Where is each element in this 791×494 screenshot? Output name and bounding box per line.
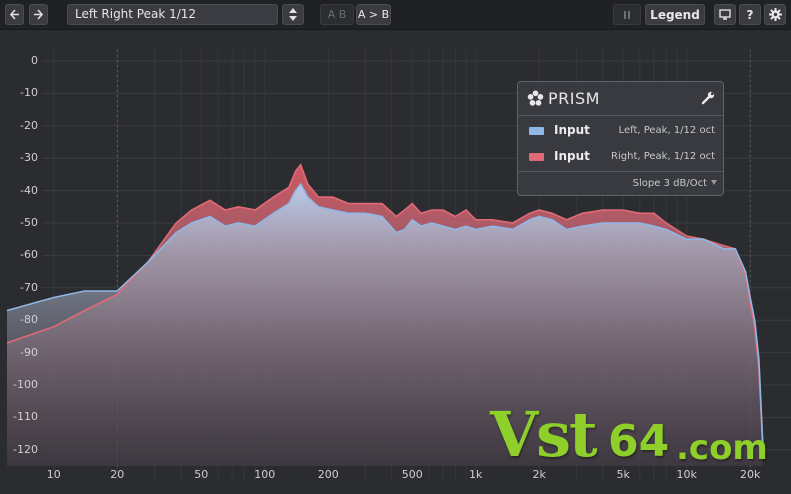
db-tick-label: -110: [13, 410, 38, 424]
db-tick-label: -60: [20, 248, 38, 262]
chevron-up-icon: [289, 8, 297, 13]
help-button[interactable]: ?: [739, 4, 761, 25]
db-tick-label: -80: [20, 313, 38, 327]
copy-a-to-b-button[interactable]: A > B: [356, 4, 391, 25]
monitor-icon: [719, 9, 731, 20]
arrow-right-icon: [34, 9, 44, 20]
freeze-button[interactable]: [613, 4, 641, 25]
legend-row-info: Right, Peak, 1/12 oct: [611, 151, 715, 162]
freq-tick-label: 10: [46, 468, 61, 481]
freq-tick-label: 20: [110, 468, 125, 481]
legend-panel[interactable]: PRISM Input Left, Peak, 1/12 oct Input R…: [517, 81, 724, 196]
db-tick-label: -30: [20, 151, 38, 165]
prism-analyzer-window: Left Right Peak 1/12 A B A > B Legend ?: [0, 0, 791, 494]
db-tick-label: -20: [20, 118, 38, 132]
arrow-left-icon: [9, 9, 19, 20]
watermark-vst: Vst: [490, 398, 598, 471]
settings-button[interactable]: [764, 4, 786, 25]
display-button[interactable]: [714, 4, 736, 25]
legend-row-right[interactable]: Input Right, Peak, 1/12 oct: [518, 146, 723, 168]
back-button[interactable]: [5, 4, 24, 25]
db-tick-label: -50: [20, 216, 38, 229]
pause-icon: [624, 10, 630, 19]
db-tick-label: -10: [20, 86, 38, 100]
slope-dropdown[interactable]: Slope 3 dB/Oct: [633, 178, 717, 189]
prism-flower-icon: [527, 90, 544, 106]
preset-name-field[interactable]: Left Right Peak 1/12: [67, 4, 278, 25]
watermark-logo: Vst 64 .com: [490, 398, 780, 478]
preset-stepper[interactable]: [282, 4, 304, 25]
freq-tick-label: 1k: [469, 468, 483, 481]
slope-value: Slope 3 dB/Oct: [632, 178, 707, 189]
watermark-dotcom: .com: [676, 428, 768, 468]
freq-tick-label: 200: [317, 468, 339, 481]
db-tick-label: -70: [20, 280, 38, 294]
legend-row-name: Input: [554, 149, 590, 163]
gear-icon: [768, 8, 782, 21]
legend-swatch-left: [529, 127, 544, 135]
legend-title: PRISM: [548, 89, 600, 108]
db-tick-label: -40: [20, 183, 38, 197]
db-tick-label: -120: [13, 442, 38, 456]
ab-toggle-button[interactable]: A B: [320, 4, 354, 25]
db-tick-label: 0: [31, 54, 38, 67]
forward-button[interactable]: [29, 4, 48, 25]
db-tick-label: -100: [13, 378, 38, 391]
freq-tick-label: 50: [194, 468, 209, 481]
wrench-icon[interactable]: [701, 91, 715, 105]
watermark-64: 64: [608, 416, 670, 467]
toolbar: Left Right Peak 1/12 A B A > B Legend ?: [0, 0, 791, 30]
legend-row-left[interactable]: Input Left, Peak, 1/12 oct: [518, 120, 723, 142]
chevron-down-icon: [711, 180, 717, 185]
legend-header: PRISM: [518, 82, 723, 116]
legend-swatch-right: [529, 153, 544, 161]
freq-tick-label: 100: [254, 468, 276, 481]
legend-footer: Slope 3 dB/Oct: [518, 171, 723, 196]
legend-button[interactable]: Legend: [645, 4, 705, 25]
freq-tick-label: 500: [401, 468, 423, 481]
chevron-down-icon: [289, 16, 297, 21]
legend-row-name: Input: [554, 123, 590, 137]
legend-row-info: Left, Peak, 1/12 oct: [618, 125, 715, 136]
db-tick-label: -90: [20, 345, 38, 359]
